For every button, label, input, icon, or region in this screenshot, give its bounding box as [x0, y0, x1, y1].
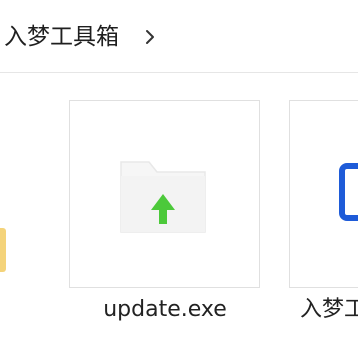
- breadcrumb-item-folder[interactable]: 入梦工具箱: [4, 20, 119, 54]
- file-name-update-exe: update.exe: [103, 297, 227, 322]
- file-name-partial: 入梦工: [300, 297, 358, 322]
- address-bar[interactable]: 入梦工具箱: [0, 0, 358, 73]
- chevron-right-icon[interactable]: [143, 28, 157, 46]
- file-explorer-view: 入梦工具箱 update.exe 入梦工: [0, 0, 358, 358]
- partial-folder-icon[interactable]: [0, 228, 6, 272]
- blue-app-icon: [339, 163, 358, 221]
- update-file-icon: [120, 161, 206, 233]
